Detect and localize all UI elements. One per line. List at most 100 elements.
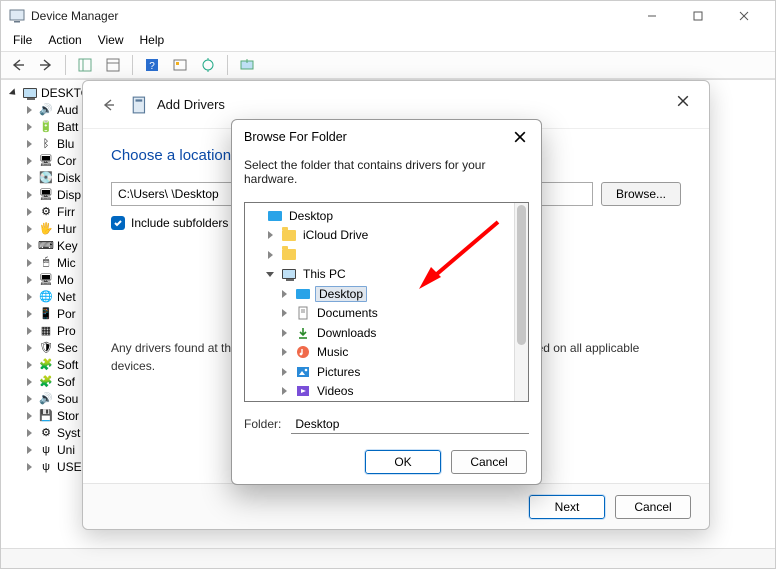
titlebar: Device Manager xyxy=(1,1,775,31)
device-category-icon: 🖥 xyxy=(38,272,54,288)
folder-node-user[interactable] xyxy=(247,245,528,265)
device-category-icon: ▦ xyxy=(38,323,54,339)
add-driver-button[interactable] xyxy=(236,54,258,76)
folder-icon xyxy=(281,227,297,243)
chevron-right-icon[interactable] xyxy=(23,327,35,335)
wizard-cancel-button[interactable]: Cancel xyxy=(615,495,691,519)
chevron-right-icon[interactable] xyxy=(23,208,35,216)
browse-dialog-title: Browse For Folder xyxy=(232,120,541,154)
show-hide-tree-button[interactable] xyxy=(74,54,96,76)
chevron-right-icon[interactable] xyxy=(23,395,35,403)
device-category-icon: ⌨ xyxy=(38,238,54,254)
browse-close-button[interactable] xyxy=(505,124,535,150)
folder-node-videos[interactable]: Videos xyxy=(247,382,528,402)
device-category-icon: 🔊 xyxy=(38,102,54,118)
wizard-close-button[interactable] xyxy=(665,87,701,115)
close-button[interactable] xyxy=(721,1,767,31)
device-category-icon: 🌐 xyxy=(38,289,54,305)
device-category-icon: 💾 xyxy=(38,408,54,424)
browse-cancel-button[interactable]: Cancel xyxy=(451,450,527,474)
folder-node-music[interactable]: Music xyxy=(247,343,528,363)
update-driver-button[interactable] xyxy=(197,54,219,76)
tree-node-label: Firr xyxy=(57,205,75,219)
tree-node-label: USE xyxy=(57,460,82,474)
folder-node-desktop-root[interactable]: Desktop xyxy=(247,206,528,226)
chevron-right-icon[interactable] xyxy=(277,290,291,298)
next-button[interactable]: Next xyxy=(529,495,605,519)
chevron-right-icon[interactable] xyxy=(23,276,35,284)
folder-node-downloads[interactable]: Downloads xyxy=(247,323,528,343)
chevron-right-icon[interactable] xyxy=(23,293,35,301)
device-category-icon: ⚙ xyxy=(38,204,54,220)
chevron-down-icon[interactable] xyxy=(263,272,277,277)
chevron-right-icon[interactable] xyxy=(23,361,35,369)
folder-node-pc-desktop[interactable]: Desktop xyxy=(247,284,528,304)
chevron-right-icon[interactable] xyxy=(277,387,291,395)
chevron-right-icon[interactable] xyxy=(23,259,35,267)
nav-back-button[interactable] xyxy=(7,54,29,76)
browse-ok-button[interactable]: OK xyxy=(365,450,441,474)
chevron-right-icon[interactable] xyxy=(23,225,35,233)
include-subfolders-checkbox[interactable] xyxy=(111,216,125,230)
properties-button[interactable] xyxy=(102,54,124,76)
chevron-right-icon[interactable] xyxy=(277,368,291,376)
chevron-right-icon[interactable] xyxy=(23,429,35,437)
folder-name-input[interactable] xyxy=(291,414,529,434)
device-category-icon: ᛒ xyxy=(38,136,54,152)
pictures-icon xyxy=(295,364,311,380)
chevron-right-icon[interactable] xyxy=(23,310,35,318)
chevron-right-icon[interactable] xyxy=(23,191,35,199)
chevron-right-icon[interactable] xyxy=(263,251,277,259)
tree-node-label: Por xyxy=(57,307,76,321)
help-button[interactable]: ? xyxy=(141,54,163,76)
chevron-right-icon[interactable] xyxy=(23,446,35,454)
caret-icon[interactable] xyxy=(7,89,19,97)
folder-node-icloud[interactable]: iCloud Drive xyxy=(247,226,528,246)
tree-node-label: Batt xyxy=(57,120,78,134)
desktop-icon xyxy=(295,286,311,302)
menu-view[interactable]: View xyxy=(92,31,130,51)
folder-tree-scrollbar[interactable] xyxy=(514,203,528,401)
chevron-right-icon[interactable] xyxy=(23,242,35,250)
videos-icon xyxy=(295,383,311,399)
minimize-button[interactable] xyxy=(629,1,675,31)
documents-icon xyxy=(295,305,311,321)
chevron-right-icon[interactable] xyxy=(277,348,291,356)
nav-forward-button[interactable] xyxy=(35,54,57,76)
folder-node-pictures[interactable]: Pictures xyxy=(247,362,528,382)
device-category-icon: 🔊 xyxy=(38,391,54,407)
tree-node-label: Sou xyxy=(57,392,78,406)
tree-node-label: Mo xyxy=(57,273,74,287)
scrollbar-thumb[interactable] xyxy=(517,205,526,345)
chevron-right-icon[interactable] xyxy=(23,123,35,131)
chevron-right-icon[interactable] xyxy=(23,140,35,148)
wizard-back-button[interactable] xyxy=(97,93,121,117)
wizard-title: Add Drivers xyxy=(157,97,225,112)
chevron-right-icon[interactable] xyxy=(23,106,35,114)
folder-node-this-pc[interactable]: This PC xyxy=(247,265,528,285)
scan-button[interactable] xyxy=(169,54,191,76)
chevron-right-icon[interactable] xyxy=(263,231,277,239)
chevron-right-icon[interactable] xyxy=(277,309,291,317)
maximize-button[interactable] xyxy=(675,1,721,31)
device-category-icon: 🖥 xyxy=(38,153,54,169)
chevron-right-icon[interactable] xyxy=(23,157,35,165)
device-category-icon: ⚙ xyxy=(38,425,54,441)
folder-node-documents[interactable]: Documents xyxy=(247,304,528,324)
chevron-right-icon[interactable] xyxy=(23,463,35,471)
menu-action[interactable]: Action xyxy=(42,31,87,51)
browse-button[interactable]: Browse... xyxy=(601,182,681,206)
chevron-right-icon[interactable] xyxy=(277,329,291,337)
menu-help[interactable]: Help xyxy=(134,31,171,51)
folder-tree[interactable]: Desktop iCloud Drive This PC Desktop xyxy=(244,202,529,402)
chevron-right-icon[interactable] xyxy=(23,174,35,182)
menubar: File Action View Help xyxy=(1,31,775,51)
chevron-right-icon[interactable] xyxy=(23,378,35,386)
svg-text:?: ? xyxy=(149,61,155,72)
device-category-icon: 🛡 xyxy=(38,340,54,356)
chevron-right-icon[interactable] xyxy=(23,412,35,420)
menu-file[interactable]: File xyxy=(7,31,38,51)
chevron-right-icon[interactable] xyxy=(23,344,35,352)
device-category-icon: 🧩 xyxy=(38,374,54,390)
folder-icon xyxy=(281,247,297,263)
